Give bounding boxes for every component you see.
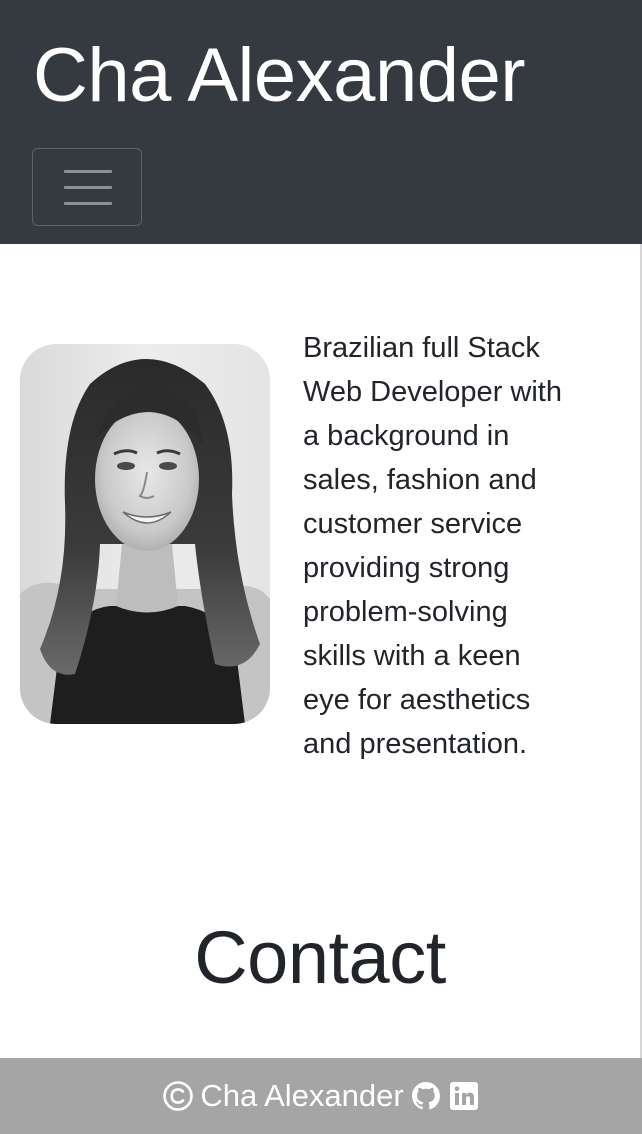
footer-name: Cha Alexander [200,1078,404,1113]
profile-photo [20,344,270,724]
hamburger-bar [64,186,112,189]
footer-content: Cha Alexander [0,1058,642,1134]
navbar: Cha Alexander [0,0,642,244]
page: Cha Alexander Brazilian full Stack Web D… [0,0,642,1134]
linkedin-icon [449,1082,478,1110]
copyright-icon [163,1081,194,1111]
profile-photo-image [20,344,270,724]
hamburger-bar [64,202,112,205]
github-link[interactable] [410,1080,442,1112]
hamburger-bar [64,170,112,173]
github-icon [411,1082,440,1110]
navbar-toggler-button[interactable] [32,148,142,226]
hamburger-menu-icon [64,170,112,206]
linkedin-link[interactable] [448,1080,480,1112]
footer: Cha Alexander [0,1058,642,1134]
contact-heading: Contact [194,916,446,999]
brand-link[interactable]: Cha Alexander [33,30,526,122]
bio-text: Brazilian full Stack Web Developer with … [303,332,562,760]
